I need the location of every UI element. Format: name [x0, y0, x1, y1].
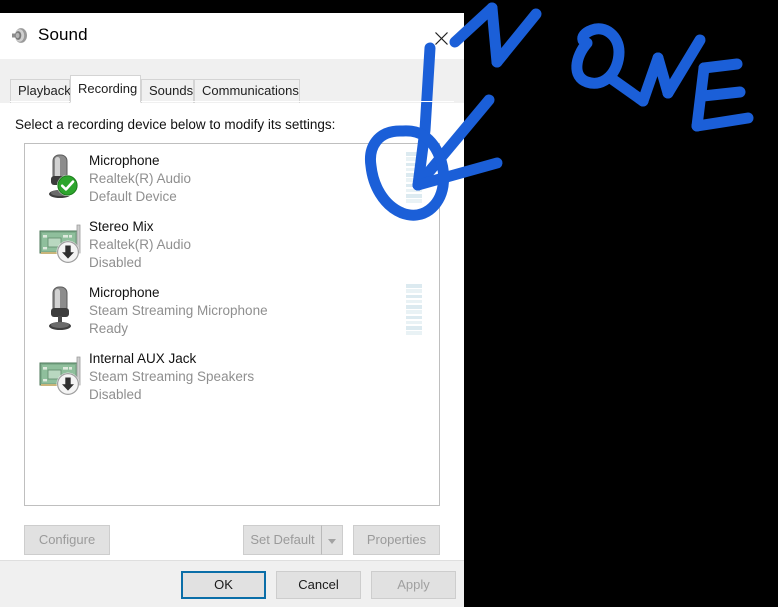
- list-item[interactable]: Stereo Mix Realtek(R) Audio Disabled: [25, 210, 439, 276]
- tab-sounds[interactable]: Sounds: [141, 79, 194, 103]
- dialog-footer: OK Cancel Apply: [0, 560, 464, 607]
- device-status: Disabled: [89, 255, 142, 270]
- device-info: Internal AUX Jack Steam Streaming Speake…: [89, 349, 254, 404]
- device-status: Default Device: [89, 189, 177, 204]
- device-name: Stereo Mix: [89, 219, 154, 234]
- device-driver: Realtek(R) Audio: [89, 171, 192, 186]
- tab-communications[interactable]: Communications: [194, 79, 300, 103]
- properties-button[interactable]: Properties: [353, 525, 440, 555]
- microphone-icon: [37, 283, 89, 335]
- instruction-text: Select a recording device below to modif…: [15, 117, 336, 132]
- device-info: Stereo Mix Realtek(R) Audio Disabled: [89, 217, 191, 272]
- speaker-icon: [10, 25, 31, 46]
- tab-recording[interactable]: Recording: [70, 75, 141, 103]
- device-driver: Realtek(R) Audio: [89, 237, 192, 252]
- screen: Sound Playback Recording Sounds Communic…: [0, 0, 778, 607]
- volume-meter: [406, 284, 422, 335]
- green-check-badge: [56, 174, 79, 202]
- tab-playback[interactable]: Playback: [10, 79, 71, 103]
- configure-button[interactable]: Configure: [24, 525, 110, 555]
- apply-button[interactable]: Apply: [371, 571, 456, 599]
- list-item[interactable]: Internal AUX Jack Steam Streaming Speake…: [25, 342, 439, 408]
- window-title: Sound: [38, 25, 88, 44]
- set-default-button[interactable]: Set Default: [243, 525, 321, 555]
- close-icon[interactable]: [421, 26, 461, 52]
- list-item[interactable]: Microphone Steam Streaming Microphone Re…: [25, 276, 439, 342]
- tab-strip: Playback Recording Sounds Communications: [0, 59, 464, 103]
- device-name: Microphone: [89, 285, 160, 300]
- sound-dialog-window: Sound Playback Recording Sounds Communic…: [0, 13, 464, 607]
- recording-tab-panel: Select a recording device below to modif…: [0, 103, 464, 607]
- device-driver: Steam Streaming Microphone: [89, 303, 268, 318]
- down-arrow-badge: [56, 372, 80, 401]
- down-arrow-badge: [56, 240, 80, 269]
- list-item[interactable]: Microphone Realtek(R) Audio Default Devi…: [25, 144, 439, 210]
- chevron-down-icon[interactable]: [321, 525, 343, 555]
- device-status: Disabled: [89, 387, 142, 402]
- device-driver: Steam Streaming Speakers: [89, 369, 255, 384]
- set-default-split-button[interactable]: Set Default: [243, 525, 343, 555]
- cancel-button[interactable]: Cancel: [276, 571, 361, 599]
- volume-meter: [406, 152, 422, 203]
- device-status: Ready: [89, 321, 129, 336]
- device-info: Microphone Realtek(R) Audio Default Devi…: [89, 151, 191, 206]
- device-info: Microphone Steam Streaming Microphone Re…: [89, 283, 268, 338]
- title-bar: Sound: [0, 13, 464, 59]
- device-name: Microphone: [89, 153, 160, 168]
- ok-button[interactable]: OK: [181, 571, 266, 599]
- recording-device-list[interactable]: Microphone Realtek(R) Audio Default Devi…: [24, 143, 440, 506]
- device-name: Internal AUX Jack: [89, 351, 197, 366]
- annotation-text-none: [449, 2, 754, 132]
